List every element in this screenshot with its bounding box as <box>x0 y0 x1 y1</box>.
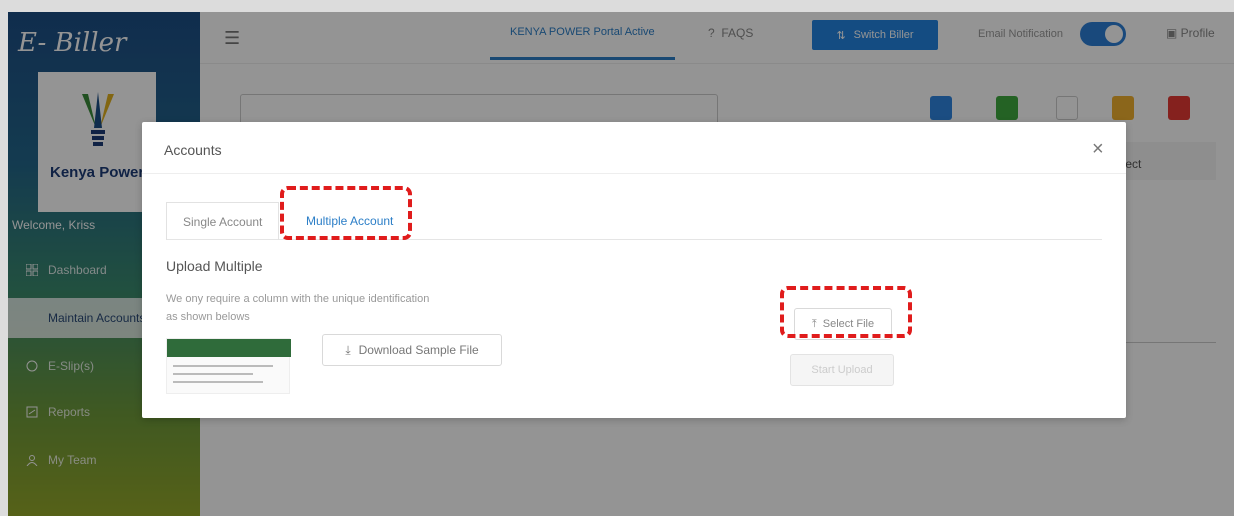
thumbnail-line <box>173 365 273 367</box>
account-tabs: Single Account Multiple Account <box>166 202 1102 240</box>
download-icon: ⤓ <box>345 342 351 357</box>
upload-title: Upload Multiple <box>166 258 263 274</box>
sample-file-thumbnail <box>166 338 291 394</box>
thumbnail-line <box>173 381 263 383</box>
upload-description: We ony require a column with the unique … <box>166 293 430 323</box>
thumbnail-header-bar <box>167 339 291 357</box>
tab-multiple-account[interactable]: Multiple Account <box>290 202 409 240</box>
select-file-label: Select File <box>822 318 875 330</box>
thumbnail-line <box>173 373 253 375</box>
start-upload-button[interactable]: Start Upload <box>790 354 894 386</box>
app-window: E- Biller Kenya Power Welcome, Kriss Das… <box>8 12 1234 516</box>
close-icon[interactable]: × <box>1092 138 1104 161</box>
upload-icon: ⤒ <box>811 317 817 330</box>
tab-single-account[interactable]: Single Account <box>166 202 280 240</box>
select-file-button[interactable]: ⤒ Select File <box>794 308 892 340</box>
modal-header: Accounts × <box>142 122 1126 174</box>
modal-title: Accounts <box>164 142 222 158</box>
download-sample-button[interactable]: ⤓ Download Sample File <box>322 334 502 366</box>
download-sample-label: Download Sample File <box>358 343 479 357</box>
accounts-modal: Accounts × Single Account Multiple Accou… <box>142 122 1126 418</box>
